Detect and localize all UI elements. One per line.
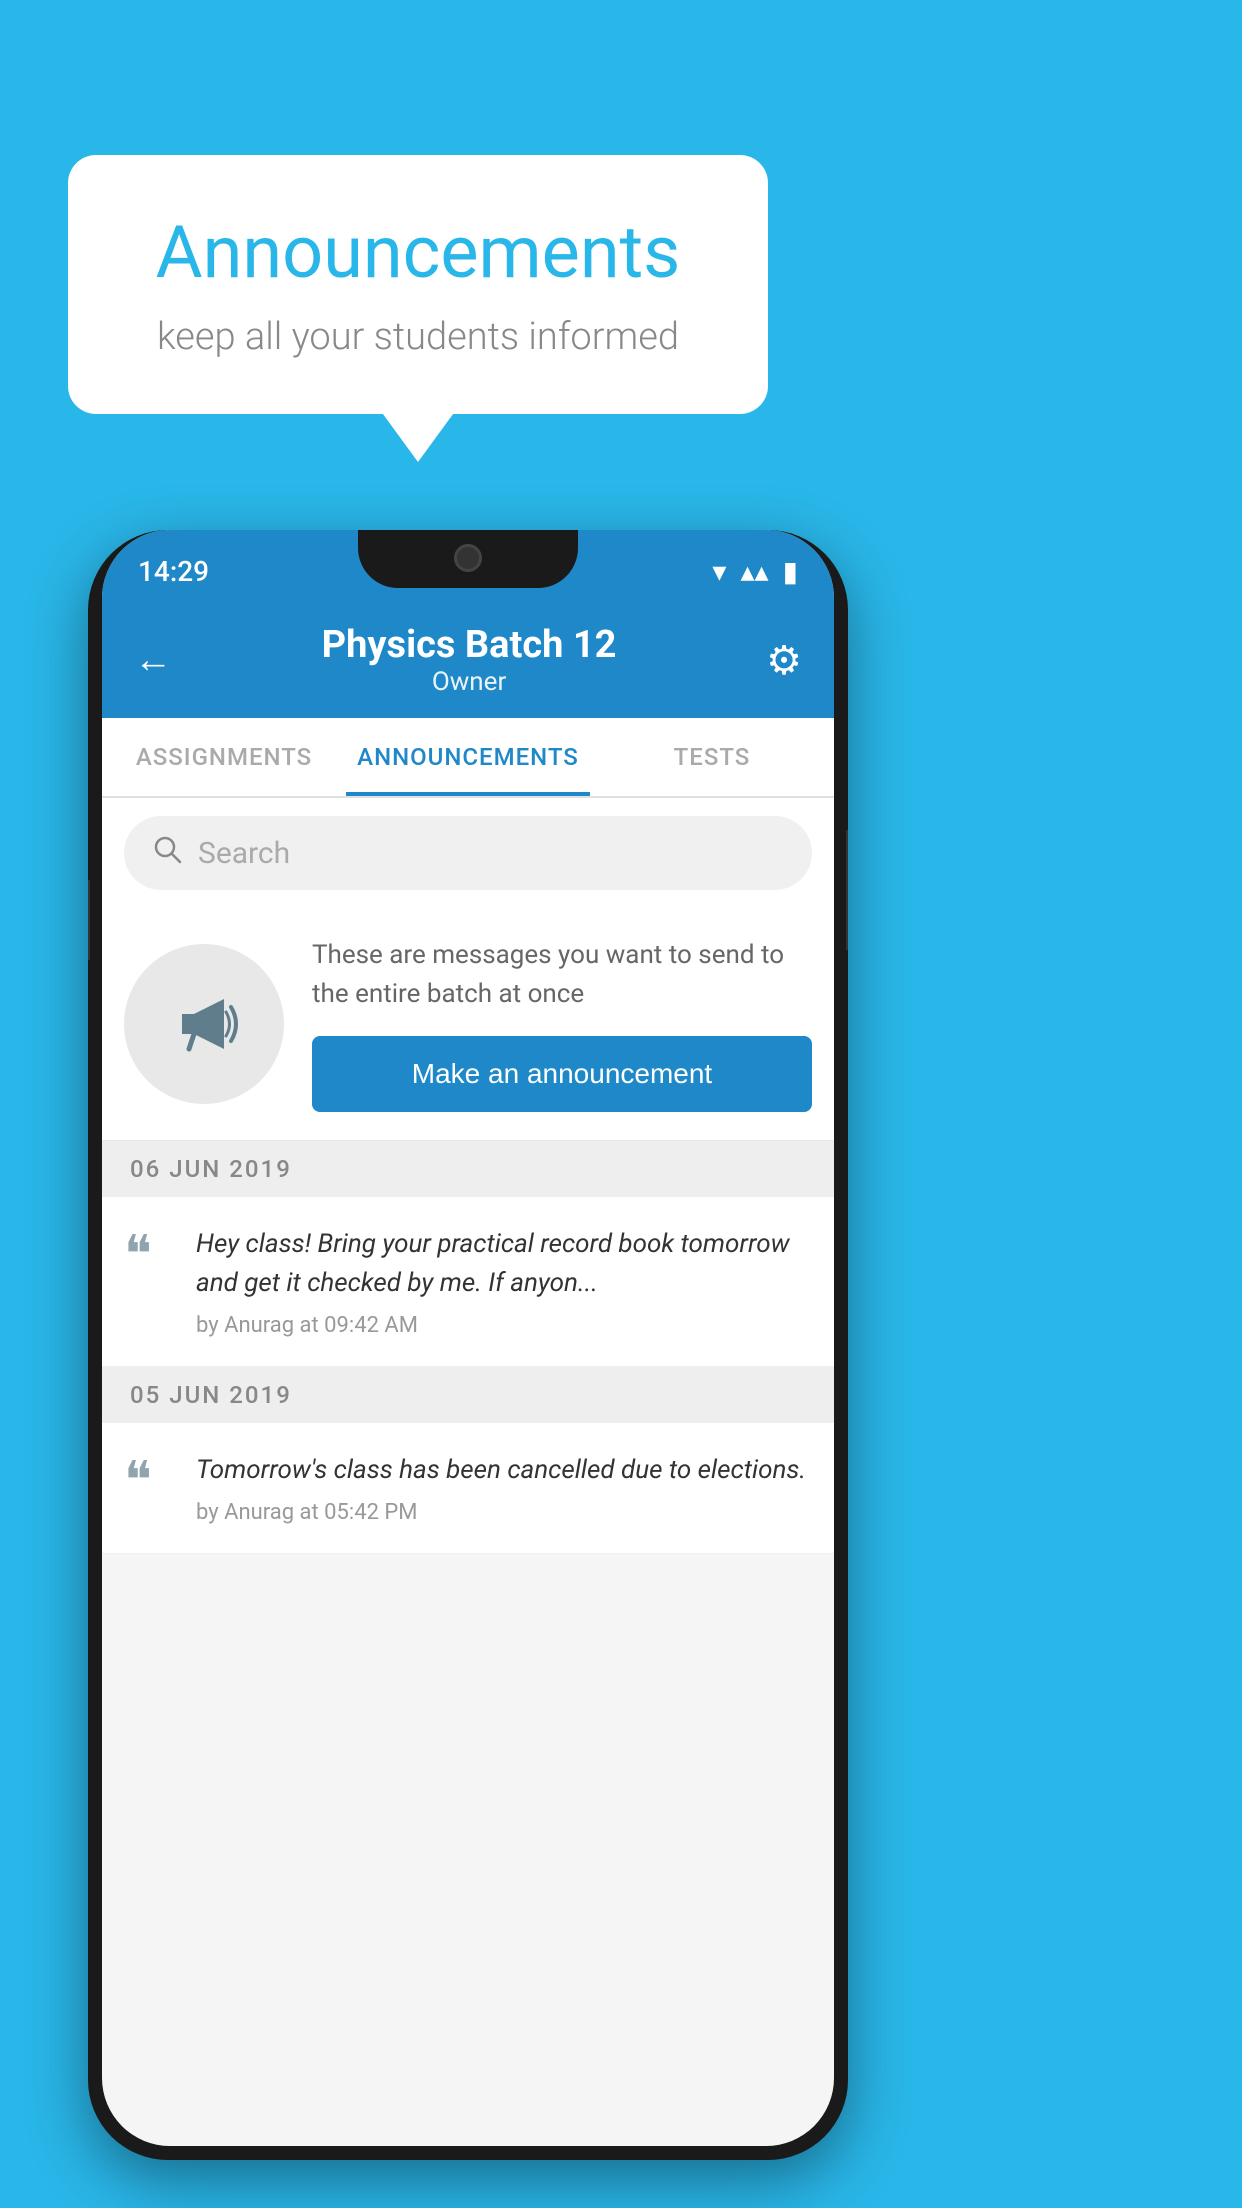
header-title: Physics Batch 12 (322, 623, 617, 667)
tab-assignments[interactable]: ASSIGNMENTS (102, 718, 346, 796)
announcement-content-1: Hey class! Bring your practical record b… (196, 1225, 812, 1338)
date-separator-2: 05 JUN 2019 (102, 1367, 834, 1423)
announcement-item-2[interactable]: ❝ Tomorrow's class has been cancelled du… (102, 1423, 834, 1554)
signal-icon: ▴▴ (740, 555, 768, 588)
phone-frame: 14:29 ▾ ▴▴ ▮ ← Physics Batch 12 Owner ⚙ … (88, 530, 848, 2160)
back-button[interactable]: ← (134, 638, 172, 682)
empty-state: These are messages you want to send to t… (102, 908, 834, 1141)
empty-description: These are messages you want to send to t… (312, 936, 812, 1014)
tab-tests[interactable]: TESTS (590, 718, 834, 796)
status-time: 14:29 (138, 555, 209, 588)
date-separator-1: 06 JUN 2019 (102, 1141, 834, 1197)
announcement-meta-2: by Anurag at 05:42 PM (196, 1500, 812, 1525)
volume-button (88, 880, 90, 960)
phone-screen: 14:29 ▾ ▴▴ ▮ ← Physics Batch 12 Owner ⚙ … (102, 530, 834, 2146)
search-placeholder: Search (198, 836, 290, 871)
app-header: ← Physics Batch 12 Owner ⚙ (102, 602, 834, 718)
make-announcement-button[interactable]: Make an announcement (312, 1036, 812, 1112)
empty-text-area: These are messages you want to send to t… (312, 936, 812, 1112)
quote-icon-2: ❝ (124, 1455, 176, 1507)
settings-icon[interactable]: ⚙ (766, 637, 802, 684)
speech-bubble-container: Announcements keep all your students inf… (68, 155, 768, 414)
tab-announcements[interactable]: ANNOUNCEMENTS (346, 718, 590, 796)
bubble-title: Announcements (128, 210, 708, 295)
content-area: Search These are messages you want to se… (102, 798, 834, 1554)
empty-icon-circle (124, 944, 284, 1104)
search-icon (152, 834, 182, 872)
speech-bubble: Announcements keep all your students inf… (68, 155, 768, 414)
front-camera (454, 544, 482, 572)
phone-notch (358, 530, 578, 588)
announcement-item-1[interactable]: ❝ Hey class! Bring your practical record… (102, 1197, 834, 1367)
tabs-container: ASSIGNMENTS ANNOUNCEMENTS TESTS (102, 718, 834, 798)
search-bar[interactable]: Search (124, 816, 812, 890)
header-subtitle: Owner (322, 667, 617, 697)
wifi-icon: ▾ (712, 555, 726, 588)
bubble-subtitle: keep all your students informed (128, 315, 708, 359)
announcement-meta-1: by Anurag at 09:42 AM (196, 1313, 812, 1338)
announcement-content-2: Tomorrow's class has been cancelled due … (196, 1451, 812, 1525)
power-button (846, 830, 848, 950)
header-center: Physics Batch 12 Owner (322, 623, 617, 697)
battery-icon: ▮ (783, 555, 798, 588)
announcement-text-1: Hey class! Bring your practical record b… (196, 1225, 812, 1303)
megaphone-icon (159, 979, 249, 1069)
status-icons: ▾ ▴▴ ▮ (712, 555, 798, 588)
announcement-text-2: Tomorrow's class has been cancelled due … (196, 1451, 812, 1490)
quote-icon-1: ❝ (124, 1229, 176, 1281)
